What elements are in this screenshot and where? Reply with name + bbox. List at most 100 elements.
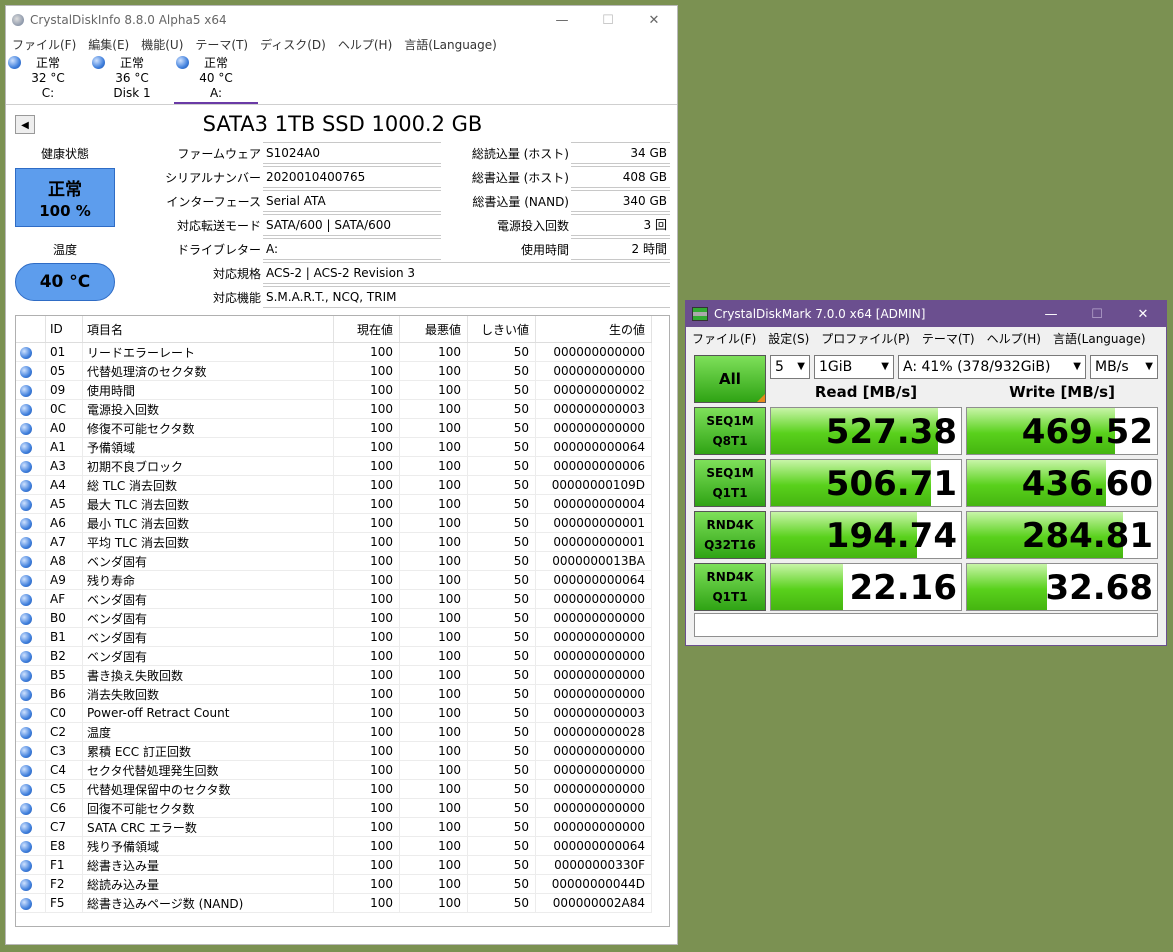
smart-attribute: ベンダ固有 (82, 608, 334, 628)
smart-row[interactable]: B0 ベンダ固有 100 100 50 000000000000 (16, 608, 652, 628)
smart-row[interactable]: 05 代替処理済のセクタ数 100 100 50 000000000000 (16, 361, 652, 381)
field-label: 総読込量 (ホスト) (471, 147, 569, 161)
cdi-close-button[interactable]: ✕ (631, 13, 677, 28)
smart-raw: 000000000001 (535, 532, 652, 552)
smart-row[interactable]: C4 セクタ代替処理発生回数 100 100 50 000000000000 (16, 760, 652, 780)
smart-row[interactable]: F1 総書き込み量 100 100 50 00000000330F (16, 855, 652, 875)
cdi-menu-disk[interactable]: ディスク(D) (260, 36, 326, 53)
disk-tab-temp: 36 °C (115, 71, 149, 85)
smart-row[interactable]: C6 回復不可能セクタ数 100 100 50 000000000000 (16, 798, 652, 818)
smart-row[interactable]: B2 ベンダ固有 100 100 50 000000000000 (16, 646, 652, 666)
smart-row[interactable]: E8 残り予備領域 100 100 50 000000000064 (16, 836, 652, 856)
test-button-rnd4k-q32t16[interactable]: RND4K Q32T16 (694, 511, 766, 559)
smart-row[interactable]: A7 平均 TLC 消去回数 100 100 50 000000000001 (16, 532, 652, 552)
smart-row[interactable]: A5 最大 TLC 消去回数 100 100 50 000000000004 (16, 494, 652, 514)
comment-field[interactable] (694, 613, 1158, 637)
cdm-menu-language[interactable]: 言語(Language) (1053, 330, 1146, 347)
status-dot-icon (20, 669, 32, 682)
cdi-menu-help[interactable]: ヘルプ(H) (338, 36, 392, 53)
cdi-menu-edit[interactable]: 編集(E) (88, 36, 129, 53)
status-dot-icon (20, 517, 32, 530)
smart-row[interactable]: C2 温度 100 100 50 000000000028 (16, 722, 652, 742)
test-button-rnd4k-q1t1[interactable]: RND4K Q1T1 (694, 563, 766, 611)
temperature-label: 温度 (52, 243, 77, 257)
smart-row[interactable]: A1 予備領域 100 100 50 000000000064 (16, 437, 652, 457)
smart-id: 01 (45, 342, 83, 362)
smart-header-raw[interactable]: 生の値 (535, 316, 652, 343)
test-button-seq1m-q1t1[interactable]: SEQ1M Q1T1 (694, 459, 766, 507)
disk-tab-disk1[interactable]: 正常 36 °C Disk 1 (90, 54, 174, 104)
smart-row[interactable]: A0 修復不可能セクタ数 100 100 50 000000000000 (16, 418, 652, 438)
drive-select[interactable]: A: 41% (378/932GiB) ▼ (898, 355, 1086, 379)
health-status-box[interactable]: 正常 100 % (15, 168, 115, 227)
cdm-menu-file[interactable]: ファイル(F) (692, 330, 756, 347)
cdi-menu-file[interactable]: ファイル(F) (12, 36, 76, 53)
smart-header-current[interactable]: 現在値 (333, 316, 400, 343)
status-dot-icon (20, 536, 32, 549)
cdi-menu-function[interactable]: 機能(U) (141, 36, 183, 53)
smart-row[interactable]: B5 書き換え失敗回数 100 100 50 000000000000 (16, 665, 652, 685)
cdm-menu-settings[interactable]: 設定(S) (768, 330, 809, 347)
smart-row[interactable]: C0 Power-off Retract Count 100 100 50 0000000… (16, 703, 652, 723)
smart-row[interactable]: A9 残り寿命 100 100 50 000000000064 (16, 570, 652, 590)
all-button[interactable]: All (694, 355, 766, 403)
cdi-minimize-button[interactable]: — (539, 13, 585, 28)
cdm-maximize-button[interactable]: ☐ (1074, 307, 1120, 322)
smart-header-attribute[interactable]: 項目名 (82, 316, 334, 343)
smart-id: 09 (45, 380, 83, 400)
smart-current: 100 (333, 684, 400, 704)
smart-row[interactable]: C5 代替処理保留中のセクタ数 100 100 50 000000000000 (16, 779, 652, 799)
status-dot-icon (20, 612, 32, 625)
cdm-close-button[interactable]: ✕ (1120, 307, 1166, 322)
cdm-menu-help[interactable]: ヘルプ(H) (987, 330, 1041, 347)
smart-attribute: 平均 TLC 消去回数 (82, 532, 334, 552)
drive-value: A: 41% (378/932GiB) (903, 359, 1051, 375)
smart-table-container[interactable]: ID 項目名 現在値 最悪値 しきい値 生の値 01 リードエラーレート 100 10… (15, 315, 670, 927)
smart-raw: 000000000028 (535, 722, 652, 742)
disk-tab-a[interactable]: 正常 40 °C A: (174, 54, 258, 104)
smart-row[interactable]: A4 総 TLC 消去回数 100 100 50 00000000109D (16, 475, 652, 495)
smart-attribute: 予備領域 (82, 437, 334, 457)
smart-row[interactable]: AF ベンダ固有 100 100 50 000000000000 (16, 589, 652, 609)
smart-row[interactable]: 01 リードエラーレート 100 100 50 000000000000 (16, 342, 652, 362)
smart-attribute: ベンダ固有 (82, 589, 334, 609)
smart-row[interactable]: B1 ベンダ固有 100 100 50 000000000000 (16, 627, 652, 647)
cdm-menu-theme[interactable]: テーマ(T) (922, 330, 975, 347)
cdm-minimize-button[interactable]: — (1028, 307, 1074, 322)
smart-row[interactable]: A8 ベンダ固有 100 100 50 0000000013BA (16, 551, 652, 571)
smart-row[interactable]: B6 消去失敗回数 100 100 50 000000000000 (16, 684, 652, 704)
smart-row[interactable]: F2 総読み込み量 100 100 50 00000000044D (16, 874, 652, 894)
unit-select[interactable]: MB/s ▼ (1090, 355, 1158, 379)
smart-header-worst[interactable]: 最悪値 (399, 316, 468, 343)
smart-threshold: 50 (467, 608, 536, 628)
test-name: RND4K (706, 570, 754, 584)
smart-row[interactable]: A6 最小 TLC 消去回数 100 100 50 000000000001 (16, 513, 652, 533)
read-value: 506.71 (825, 464, 957, 504)
smart-header-threshold[interactable]: しきい値 (467, 316, 536, 343)
smart-worst: 100 (399, 874, 468, 894)
smart-attribute: 総書き込みページ数 (NAND) (82, 893, 334, 913)
smart-attribute: セクタ代替処理発生回数 (82, 760, 334, 780)
smart-row[interactable]: F5 総書き込みページ数 (NAND) 100 100 50 000000002A84 (16, 893, 652, 913)
smart-id: 0C (45, 399, 83, 419)
smart-row[interactable]: 0C 電源投入回数 100 100 50 000000000003 (16, 399, 652, 419)
test-params: Q1T1 (712, 486, 748, 500)
cdm-menu-profile[interactable]: プロファイル(P) (821, 330, 910, 347)
field-value: 408 GB (571, 166, 670, 188)
smart-header-id[interactable]: ID (45, 316, 83, 343)
smart-row[interactable]: C3 累積 ECC 訂正回数 100 100 50 000000000000 (16, 741, 652, 761)
smart-row[interactable]: C7 SATA CRC エラー数 100 100 50 000000000000 (16, 817, 652, 837)
smart-threshold: 50 (467, 836, 536, 856)
test-count-select[interactable]: 5 ▼ (770, 355, 810, 379)
smart-current: 100 (333, 646, 400, 666)
cdi-maximize-button[interactable]: ☐ (585, 13, 631, 28)
health-status-label: 健康状態 (40, 147, 89, 161)
cdi-menu-language[interactable]: 言語(Language) (404, 36, 497, 53)
smart-row[interactable]: A3 初期不良ブロック 100 100 50 000000000006 (16, 456, 652, 476)
smart-row[interactable]: 09 使用時間 100 100 50 000000000002 (16, 380, 652, 400)
status-dot-icon (20, 726, 32, 739)
test-button-seq1m-q8t1[interactable]: SEQ1M Q8T1 (694, 407, 766, 455)
test-size-select[interactable]: 1GiB ▼ (814, 355, 894, 379)
cdi-menu-theme[interactable]: テーマ(T) (195, 36, 248, 53)
disk-tab-c[interactable]: 正常 32 °C C: (6, 54, 90, 104)
